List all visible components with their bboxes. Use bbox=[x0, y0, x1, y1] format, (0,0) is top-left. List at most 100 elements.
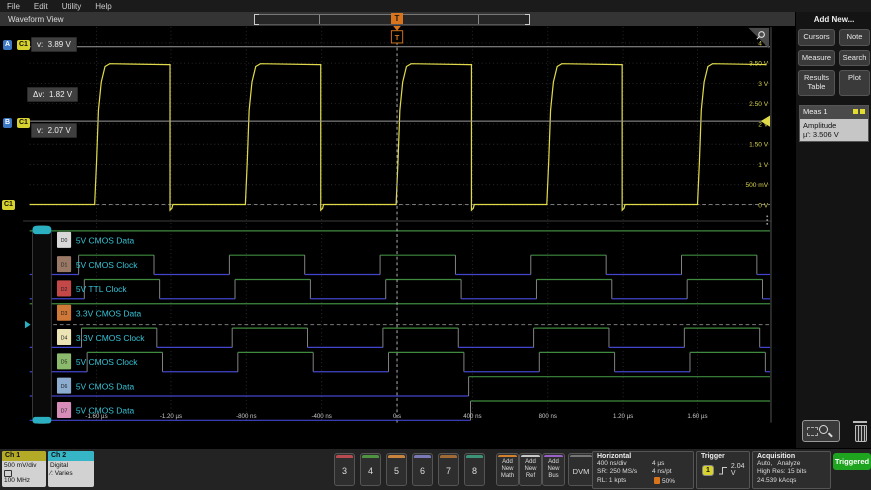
voltage-axis-label: 2.50 V bbox=[749, 101, 769, 108]
acquisition-row: Auto, Analyze bbox=[753, 460, 830, 468]
digital-group-handle-top bbox=[32, 226, 51, 234]
measure-button[interactable]: Measure bbox=[798, 50, 835, 67]
voltage-axis-label: 1 V bbox=[758, 162, 768, 169]
channel1-bandwidth: 100 MHz bbox=[4, 477, 44, 485]
add-new-bus-button[interactable]: AddNewBus bbox=[542, 453, 565, 486]
digital-badge-label-D4: D4 bbox=[61, 335, 68, 341]
measurement-badge[interactable]: Meas 1 Amplitude µ': 3.506 V bbox=[799, 105, 869, 143]
time-axis-label: -1.60 µs bbox=[85, 413, 107, 420]
channel-color-stripe bbox=[466, 455, 483, 458]
digital-channel-name-D5: 5V CMOS Clock bbox=[76, 357, 138, 367]
digital-channel-name-D0: 5V CMOS Data bbox=[76, 236, 135, 246]
menu-file[interactable]: File bbox=[7, 2, 20, 11]
channel2-badge-header: Ch 2 bbox=[48, 451, 94, 461]
voltage-axis-label: 0 V bbox=[758, 202, 768, 209]
cursor-delta-readout[interactable]: Δv: 1.82 V bbox=[27, 87, 78, 102]
channel4-button[interactable]: 4 bbox=[360, 453, 381, 486]
channel1-scale: 500 mV/div bbox=[4, 462, 44, 470]
trash-button[interactable] bbox=[852, 420, 868, 442]
digital-channel-name-D4: 3.3V CMOS Clock bbox=[76, 333, 145, 343]
channel-color-stripe bbox=[440, 455, 457, 458]
splitter-dots-handle[interactable] bbox=[766, 223, 768, 225]
dvm-button[interactable]: DVM bbox=[568, 453, 594, 486]
add-new-ref-button[interactable]: AddNewRef bbox=[519, 453, 542, 486]
acquisition-row: 24.539 kAcqs bbox=[753, 477, 830, 485]
channel6-button[interactable]: 6 bbox=[412, 453, 433, 486]
scope-graticule: D05V CMOS DataD15V CMOS ClockD25V TTL Cl… bbox=[0, 26, 795, 448]
digital-position-marker[interactable] bbox=[25, 321, 31, 329]
menu-help[interactable]: Help bbox=[95, 2, 111, 11]
tab-waveform-view[interactable]: Waveform View bbox=[8, 15, 64, 24]
channel1-badge[interactable]: Ch 1 500 mV/div 100 MHz bbox=[2, 451, 46, 487]
results-table-button[interactable]: Results Table bbox=[798, 70, 835, 95]
channel1-position-tag[interactable]: C1 bbox=[2, 200, 15, 210]
trigger-level: 2.04 V bbox=[731, 463, 749, 477]
splitter-dots-handle[interactable] bbox=[766, 215, 768, 217]
digital-badge-label-D1: D1 bbox=[61, 262, 68, 268]
cursor-a-badge[interactable]: A bbox=[3, 40, 12, 50]
record-view-left-bracket[interactable] bbox=[254, 14, 259, 25]
record-view-tick bbox=[319, 15, 320, 24]
cursor-b-source-badge[interactable]: C1 bbox=[17, 118, 30, 128]
color-stripe bbox=[570, 455, 592, 457]
digital-badge-label-D7: D7 bbox=[61, 408, 68, 414]
search-button[interactable]: Search bbox=[839, 50, 870, 67]
digital-channel-name-D3: 3.3V CMOS Data bbox=[76, 309, 142, 319]
cursor-b-badge[interactable]: B bbox=[3, 118, 12, 128]
menu-utility[interactable]: Utility bbox=[62, 2, 82, 11]
record-view-tick bbox=[478, 15, 479, 24]
channel-color-stripe bbox=[414, 455, 431, 458]
digital-badge-label-D0: D0 bbox=[61, 238, 68, 244]
channel3-button[interactable]: 3 bbox=[334, 453, 355, 486]
plot-button[interactable]: Plot bbox=[839, 70, 870, 95]
channel2-threshold: ∕: Varies bbox=[50, 470, 92, 478]
channel5-button[interactable]: 5 bbox=[386, 453, 407, 486]
digital-badge-label-D3: D3 bbox=[61, 311, 68, 317]
cursor-b-readout[interactable]: v: 2.07 V bbox=[31, 123, 77, 138]
voltage-axis-label: 500 mV bbox=[745, 182, 768, 189]
probe-icon bbox=[4, 470, 12, 477]
color-stripe bbox=[521, 455, 540, 457]
channel8-button[interactable]: 8 bbox=[464, 453, 485, 486]
cursor-a-readout[interactable]: v: 3.89 V bbox=[31, 37, 77, 52]
channel-color-stripe bbox=[388, 455, 405, 458]
channel2-mode: Digital bbox=[50, 462, 92, 470]
trigger-position-flag[interactable]: T bbox=[391, 13, 403, 24]
measurement-value: µ': 3.506 V bbox=[803, 130, 865, 139]
time-axis-label: 1.20 µs bbox=[613, 413, 633, 420]
waveform-canvas[interactable]: D05V CMOS DataD15V CMOS ClockD25V TTL Cl… bbox=[0, 26, 795, 448]
zoom-mode-button[interactable] bbox=[802, 420, 840, 442]
horizontal-panel[interactable]: Horizontal 400 ns/div4 µsSR: 250 MS/s4 n… bbox=[592, 451, 694, 489]
channel-color-stripe bbox=[336, 455, 353, 458]
cursor-a-source-badge[interactable]: C1 bbox=[17, 40, 30, 50]
digital-channel-name-D1: 5V CMOS Clock bbox=[76, 260, 138, 270]
trigger-panel[interactable]: Trigger 1 2.04 V bbox=[696, 451, 750, 489]
note-button[interactable]: Note bbox=[839, 29, 870, 46]
add-new-title: Add New... bbox=[796, 15, 871, 24]
trash-icon bbox=[855, 425, 867, 442]
measurement-type: Amplitude bbox=[803, 121, 865, 130]
menu-edit[interactable]: Edit bbox=[34, 2, 48, 11]
digital-group-handle[interactable] bbox=[32, 226, 51, 424]
time-axis-label: -400 ns bbox=[311, 413, 331, 420]
color-stripe bbox=[498, 455, 517, 457]
results-bar: Add New... CursorsNoteMeasureSearchResul… bbox=[795, 12, 871, 448]
add-new-math-button[interactable]: AddNewMath bbox=[496, 453, 519, 486]
time-axis-label: 400 ns bbox=[463, 413, 481, 420]
channel7-button[interactable]: 7 bbox=[438, 453, 459, 486]
meas-indicator-icon bbox=[853, 109, 858, 114]
channel2-badge[interactable]: Ch 2 Digital ∕: Varies bbox=[48, 451, 94, 487]
add-new-buttons: CursorsNoteMeasureSearchResults TablePlo… bbox=[796, 29, 871, 96]
time-axis-label: 1.60 µs bbox=[687, 413, 707, 420]
record-view-right-bracket[interactable] bbox=[525, 14, 530, 25]
trigger-position-icon bbox=[654, 477, 660, 484]
horizontal-row: SR: 250 MS/s4 ns/pt bbox=[593, 468, 693, 476]
digital-badge-label-D6: D6 bbox=[61, 384, 68, 390]
time-axis-label: -800 ns bbox=[236, 413, 256, 420]
cursors-button[interactable]: Cursors bbox=[798, 29, 835, 46]
acquisition-panel[interactable]: Acquisition Auto, AnalyzeHigh Res: 15 bi… bbox=[752, 451, 831, 489]
horizontal-row: 400 ns/div4 µs bbox=[593, 460, 693, 468]
channel-color-stripe bbox=[362, 455, 379, 458]
horizontal-row: RL: 1 kpts50% bbox=[593, 477, 693, 486]
splitter-dots-handle[interactable] bbox=[766, 219, 768, 221]
